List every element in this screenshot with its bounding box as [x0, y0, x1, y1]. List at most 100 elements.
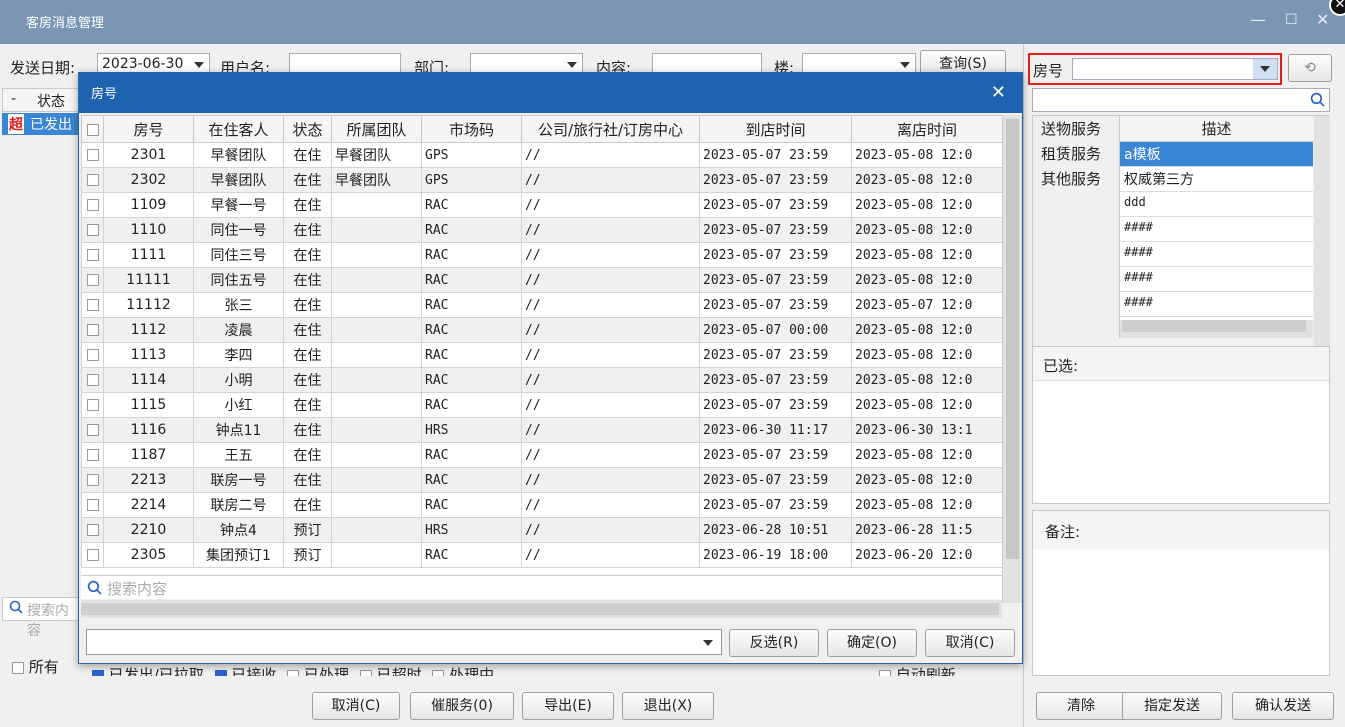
room-row[interactable]: 2213 联房一号 在住 RAC//2023-05-07 23:59 2023-05-0…: [81, 467, 1002, 493]
row-checkbox-cell[interactable]: [81, 542, 104, 568]
row-checkbox-cell[interactable]: [81, 417, 104, 443]
room-row[interactable]: 2210 钟点4 预订 HRS//2023-06-28 10:51 2023-06-28…: [81, 517, 1002, 543]
room-row[interactable]: 11111 同住五号 在住 RAC//2023-05-07 23:59 2023-05-…: [81, 267, 1002, 293]
row-checkbox[interactable]: [86, 249, 99, 261]
confirm-send-button[interactable]: 确认发送: [1232, 692, 1334, 720]
maximize-icon[interactable]: ☐: [1285, 12, 1298, 28]
auto-refresh-checkbox[interactable]: [878, 669, 891, 676]
row-checkbox-cell[interactable]: [81, 367, 104, 393]
row-checkbox-cell[interactable]: [81, 242, 104, 268]
desc-item[interactable]: ####: [1120, 267, 1313, 292]
right-search-icon[interactable]: [1310, 92, 1325, 111]
category-item[interactable]: 其他服务: [1033, 166, 1119, 191]
room-row[interactable]: 11112 张三 在住 RAC//2023-05-07 23:59 2023-05-07…: [81, 292, 1002, 318]
service-vscroll[interactable]: [1314, 116, 1330, 346]
processing-checkbox[interactable]: [432, 669, 445, 676]
category-item[interactable]: 租赁服务: [1033, 141, 1119, 166]
select-all-checkbox[interactable]: [86, 123, 99, 136]
row-checkbox-cell[interactable]: [81, 442, 104, 468]
urge-service-button[interactable]: 催服务(0): [410, 692, 514, 720]
col-header[interactable]: 在住客人: [193, 115, 284, 143]
room-row[interactable]: 2302 早餐团队 在住 早餐团队 GPS//2023-05-07 23:59 2023-…: [81, 167, 1002, 193]
room-row[interactable]: 1110 同住一号 在住 RAC//2023-05-07 23:59 2023-05-0…: [81, 217, 1002, 243]
category-item[interactable]: 送物服务: [1033, 116, 1119, 141]
row-checkbox[interactable]: [86, 399, 99, 411]
row-checkbox[interactable]: [86, 549, 99, 561]
row-checkbox[interactable]: [86, 424, 99, 436]
room-row[interactable]: 2301 早餐团队 在住 早餐团队 GPS//2023-05-07 23:59 2023-…: [81, 142, 1002, 168]
col-header[interactable]: 房号: [103, 115, 194, 143]
desc-item[interactable]: ddd: [1120, 192, 1313, 217]
row-checkbox-cell[interactable]: [81, 317, 104, 343]
room-row[interactable]: 1113 李四 在住 RAC//2023-05-07 23:59 2023-05-08 …: [81, 342, 1002, 368]
list-search-box[interactable]: 搜索内容: [2, 597, 82, 639]
desc-item[interactable]: ####: [1120, 242, 1313, 267]
invert-select-button[interactable]: 反选(R): [729, 629, 819, 657]
date-dropdown-icon[interactable]: [194, 62, 204, 68]
room-row[interactable]: 2214 联房二号 在住 RAC//2023-05-07 23:59 2023-05-0…: [81, 492, 1002, 518]
desc-item[interactable]: ####: [1120, 217, 1313, 242]
room-row[interactable]: 1109 早餐一号 在住 RAC//2023-05-07 23:59 2023-05-0…: [81, 192, 1002, 218]
room-row[interactable]: 1114 小明 在住 RAC//2023-05-07 23:59 2023-05-08 …: [81, 367, 1002, 393]
desc-item[interactable]: 权威第三方: [1120, 167, 1313, 192]
row-checkbox[interactable]: [86, 149, 99, 161]
room-dropdown-icon[interactable]: [1260, 66, 1270, 72]
row-checkbox-cell[interactable]: [81, 292, 104, 318]
row-checkbox-cell[interactable]: [81, 342, 104, 368]
dialog-footer-select[interactable]: [86, 629, 722, 655]
row-checkbox-cell[interactable]: [81, 167, 104, 193]
row-checkbox[interactable]: [86, 449, 99, 461]
room-row[interactable]: 1116 钟点11 在住 HRS//2023-06-30 11:17 2023-06-3…: [81, 417, 1002, 443]
row-checkbox[interactable]: [86, 499, 99, 511]
col-header[interactable]: 所属团队: [331, 115, 422, 143]
row-checkbox-cell[interactable]: [81, 217, 104, 243]
col-header[interactable]: 市场码: [421, 115, 522, 143]
room-row[interactable]: 1112 凌晨 在住 RAC//2023-05-07 00:00 2023-05-08 …: [81, 317, 1002, 343]
room-dropdown-button[interactable]: [1253, 59, 1277, 79]
footer-dropdown-icon[interactable]: [703, 640, 713, 646]
col-header[interactable]: 状态: [283, 115, 332, 143]
sent-checkbox[interactable]: [92, 669, 104, 676]
row-checkbox-cell[interactable]: [81, 392, 104, 418]
row-checkbox[interactable]: [86, 474, 99, 486]
row-checkbox[interactable]: [86, 524, 99, 536]
received-checkbox[interactable]: [214, 669, 227, 676]
collapse-minus[interactable]: -: [11, 91, 16, 107]
dialog-hscroll-thumb[interactable]: [81, 603, 999, 615]
dialog-hscroll[interactable]: [81, 600, 1002, 618]
row-checkbox-cell[interactable]: [81, 267, 104, 293]
window-close-icon[interactable]: ✕: [1316, 10, 1329, 29]
minimize-icon[interactable]: —: [1250, 10, 1266, 29]
dialog-search-box[interactable]: 搜索内容: [81, 575, 1002, 599]
dialog-vscroll-thumb[interactable]: [1006, 119, 1019, 559]
col-header[interactable]: 到店时间: [699, 115, 852, 143]
row-checkbox-cell[interactable]: [81, 192, 104, 218]
dialog-cancel-button[interactable]: 取消(C): [925, 629, 1015, 657]
room-row[interactable]: 1187 王五 在住 RAC//2023-05-07 23:59 2023-05-08 …: [81, 442, 1002, 468]
dept-dropdown-icon[interactable]: [567, 62, 577, 68]
row-checkbox[interactable]: [86, 324, 99, 336]
row-checkbox[interactable]: [86, 349, 99, 361]
room-row[interactable]: 1115 小红 在住 RAC//2023-05-07 23:59 2023-05-08 …: [81, 392, 1002, 418]
clear-button[interactable]: 清除: [1036, 692, 1126, 720]
room-select[interactable]: [1072, 58, 1278, 80]
message-row[interactable]: 超 已发出: [2, 113, 82, 135]
assign-send-button[interactable]: 指定发送: [1122, 692, 1222, 720]
desc-item[interactable]: ####: [1120, 292, 1313, 317]
desc-item-selected[interactable]: a模板: [1120, 142, 1313, 167]
col-header[interactable]: 离店时间: [851, 115, 1002, 143]
all-checkbox[interactable]: [12, 661, 24, 674]
processed-checkbox[interactable]: [287, 669, 300, 676]
row-checkbox[interactable]: [86, 224, 99, 236]
exit-button[interactable]: 退出(X): [622, 692, 714, 720]
row-checkbox[interactable]: [86, 299, 99, 311]
overdue-checkbox[interactable]: [359, 669, 372, 676]
cancel-message-button[interactable]: 取消(C): [312, 692, 400, 720]
row-checkbox[interactable]: [86, 274, 99, 286]
dialog-ok-button[interactable]: 确定(O): [827, 629, 917, 657]
row-checkbox[interactable]: [86, 174, 99, 186]
row-checkbox-cell[interactable]: [81, 142, 104, 168]
select-all-cell[interactable]: [81, 115, 104, 143]
desc-hscroll[interactable]: [1120, 320, 1313, 338]
building-dropdown-icon[interactable]: [900, 62, 910, 68]
